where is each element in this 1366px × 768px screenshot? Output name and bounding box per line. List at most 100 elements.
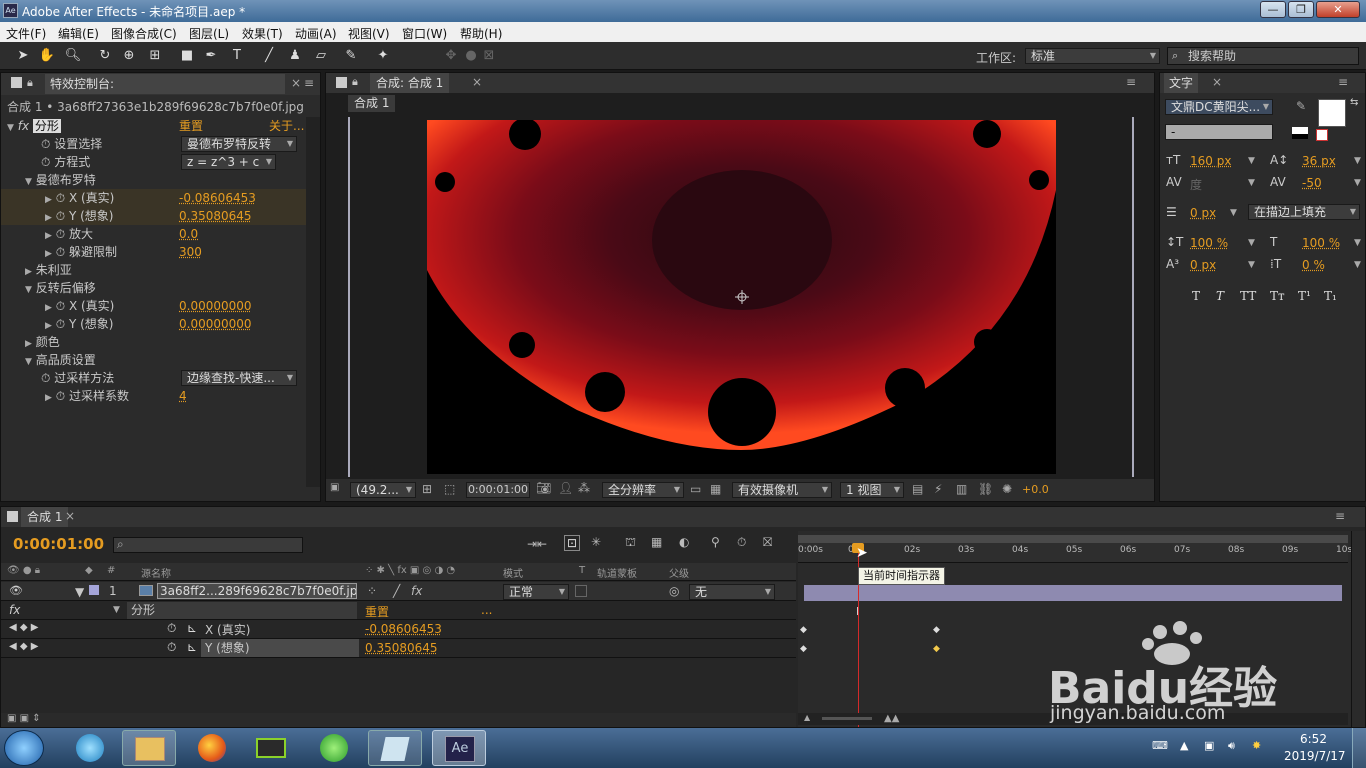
label-color-swatch[interactable] [89,585,99,595]
keyframe-navigator-icon[interactable]: ◀ ◆ ▶ [9,641,38,652]
keyframe-x-end[interactable]: ◆ [933,625,940,635]
col-parent[interactable]: 父级 [669,565,689,580]
zoom-in-icon[interactable]: ▲▲ [884,713,899,724]
chevron-down-icon[interactable]: ▼ [1354,260,1361,270]
roto-brush-icon[interactable]: ✎ [342,47,360,65]
hand-tool-icon[interactable]: ✋ [38,47,56,65]
rectangle-tool-icon[interactable]: ■ [178,47,196,65]
tab-text[interactable]: 文字 [1164,73,1199,93]
clock-time[interactable]: 6:52 [1300,732,1327,746]
collapse-triangle-icon[interactable]: ▼ [25,285,32,295]
graph-icon[interactable]: ⊾ [187,621,197,635]
stroke-color-swatch[interactable] [1292,127,1308,139]
oversample-method-select[interactable]: 边缘查找-快速... [181,370,297,386]
view-axis-icon[interactable]: ⊠ [480,47,498,65]
layer-search-input[interactable]: ⌕ [113,537,303,553]
stopwatch-icon[interactable]: ⏱ [56,227,65,241]
tsume-value[interactable]: 0 % [1302,258,1325,272]
menu-effect[interactable]: 效果(T) [242,25,283,42]
tab-composition[interactable]: 合成: 合成 1 [370,73,450,93]
magnify-value[interactable]: 0.0 [179,227,198,241]
camera-select[interactable]: 有效摄像机 [732,482,832,498]
network-icon[interactable]: ▣ [1204,739,1214,752]
brainstorm-icon[interactable]: ◐ [679,535,689,549]
y-imag-value[interactable]: 0.35080645 [179,209,252,223]
motion-blur-icon[interactable]: ▦ [651,535,662,549]
menu-file[interactable]: 文件(F) [6,25,46,42]
collapse-triangle-icon[interactable]: ▼ [25,357,32,367]
shy-switch-icon[interactable]: ⁘ [367,584,377,598]
font-family-select[interactable]: 文鼎DC黄阳尖... [1165,99,1273,115]
fx-icon[interactable]: fx [9,603,20,617]
panel-menu-icon[interactable]: ≡ [1126,75,1136,89]
tab-close-icon[interactable]: × [291,76,301,90]
transparency-grid-icon[interactable]: ▦ [710,482,721,496]
work-area-bar[interactable] [798,535,1348,543]
prop-y-value[interactable]: 0.35080645 [365,641,438,655]
panel-close-icon[interactable] [11,77,22,88]
flowchart-icon[interactable]: ⛓ [978,482,993,496]
taskbar-explorer-icon[interactable] [122,730,176,766]
chevron-down-icon[interactable]: ▼ [1248,178,1255,188]
quality-switch-icon[interactable]: ╱ [393,584,400,598]
live-update-icon[interactable]: ⛝ [763,535,772,550]
menu-view[interactable]: 视图(V) [348,25,390,42]
eraser-tool-icon[interactable]: ▱ [312,47,330,65]
stopwatch-active-icon[interactable]: ⏱ [167,640,176,655]
col-mode[interactable]: 模式 [503,565,523,580]
current-time-field[interactable]: 0:00:01:00 [466,482,530,498]
frame-blending-icon[interactable]: ⛫ [625,535,636,551]
comp-mini-flowchart-icon[interactable]: ⇥⇤ [527,537,547,551]
prop-row-x[interactable]: ◀ ◆ ▶ ⏱ ⊾ X (真实) -0.08606453 [1,620,796,639]
panel-menu-icon[interactable]: ≡ [1335,509,1345,523]
stopwatch-icon[interactable]: ⏱ [56,317,65,331]
lock-icon[interactable]: 🔒︎ [27,76,33,90]
fractal-preview[interactable] [427,120,1056,474]
reset-link[interactable]: 重置 [179,117,203,135]
col-track-matte[interactable]: 轨道蒙板 [597,565,637,580]
keyframe-y-start[interactable]: ◆ [800,644,807,654]
oversample-factor-value[interactable]: 4 [179,389,187,403]
expand-triangle-icon[interactable]: ▶ [45,195,52,205]
x-real-value[interactable]: -0.08606453 [179,191,256,205]
world-axis-icon[interactable]: ● [462,47,480,65]
faux-italic-button[interactable]: T [1216,289,1224,303]
expand-triangle-icon[interactable]: ▶ [45,303,52,313]
snapshot-icon[interactable]: 📷︎ [536,481,551,495]
menu-edit[interactable]: 编辑(E) [58,25,99,42]
chevron-down-icon[interactable]: ▼ [1230,208,1237,218]
lock-icon[interactable]: 🔒︎ [352,75,358,89]
channel-icon[interactable]: ⁂ [578,481,590,495]
safe-zones-icon[interactable]: ⊞ [422,482,432,496]
keyframe-navigator-icon[interactable]: ◀ ◆ ▶ [9,622,38,633]
expand-triangle-icon[interactable]: ▶ [45,393,52,403]
zoom-slider[interactable] [822,717,872,720]
equation-select[interactable]: z = z^3 + c [181,154,276,170]
tab-close-icon[interactable]: × [472,75,482,89]
taskbar-browser-icon[interactable] [306,730,360,766]
effect-name[interactable]: 分形 [32,119,61,133]
workspace-select[interactable]: 标准 [1025,48,1160,64]
start-button[interactable] [4,730,44,766]
parent-select[interactable]: 无 [689,584,775,600]
tab-close-icon[interactable]: × [65,509,75,523]
taskbar-after-effects-icon[interactable]: Ae [432,730,486,766]
graph-editor-icon[interactable]: ⏱ [737,535,746,550]
all-caps-button[interactable]: TT [1240,289,1256,303]
keyboard-icon[interactable]: ⌨ [1152,739,1168,752]
graph-icon[interactable]: ⊾ [187,640,197,654]
selection-tool-icon[interactable]: ➤ [14,47,32,65]
collapse-triangle-icon[interactable]: ▼ [7,123,14,133]
layer-row[interactable]: 👁︎ ▼ 1 3a68ff2...289f69628c7b7f0e0f.jpg … [1,582,796,601]
menu-animation[interactable]: 动画(A) [295,25,337,42]
small-caps-button[interactable]: Tт [1270,289,1285,303]
collapse-triangle-icon[interactable]: ▼ [113,605,120,615]
stopwatch-icon[interactable]: ⏱ [41,137,50,151]
stopwatch-icon[interactable]: ⏱ [56,245,65,259]
prop-row-y[interactable]: ◀ ◆ ▶ ⏱ ⊾ Y (想象) 0.35080645 [1,639,796,658]
effect-reset-link[interactable]: 重置 [365,603,389,620]
baseline-shift-value[interactable]: 0 px [1190,258,1216,272]
preserve-transparency-checkbox[interactable] [575,585,587,597]
clock-date[interactable]: 2019/7/17 [1284,749,1346,763]
time-ruler[interactable]: 0:00s 01s 02s 03s 04s 05s 06s 07s 08s 09… [798,543,1352,563]
